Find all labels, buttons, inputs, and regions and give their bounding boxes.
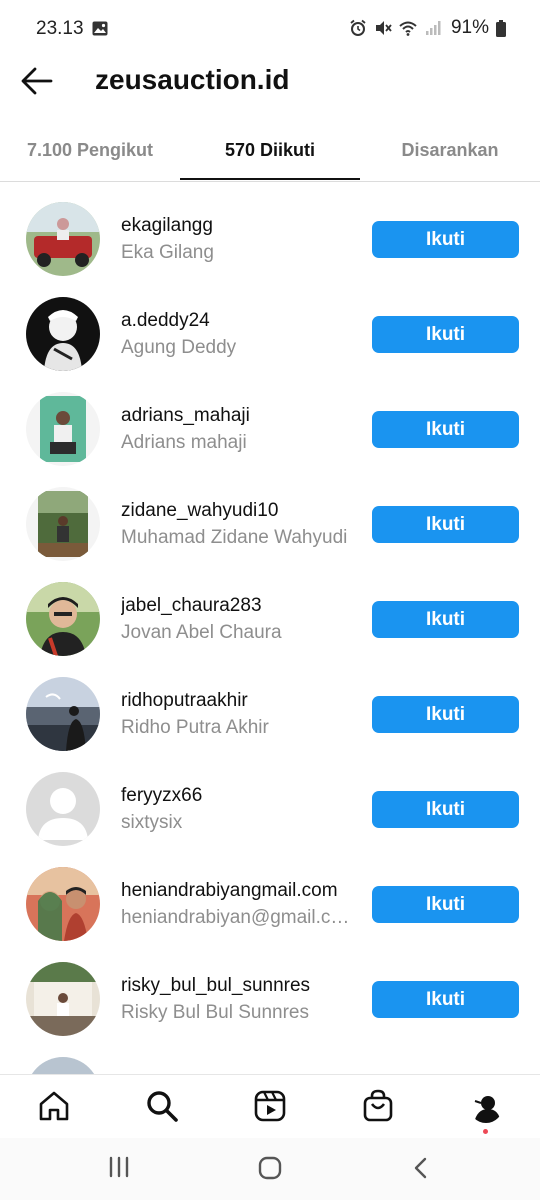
- home-icon[interactable]: [37, 1089, 71, 1123]
- mute-icon: [375, 21, 392, 35]
- username[interactable]: feryyzx66: [121, 785, 202, 807]
- tab-suggested[interactable]: Disarankan: [360, 126, 540, 181]
- list-item[interactable]: zidane_wahyudi10 Muhamad Zidane Wahyudi …: [0, 475, 540, 570]
- list-item[interactable]: risky_bul_bul_sunnres Risky Bul Bul Sunn…: [0, 950, 540, 1045]
- avatar[interactable]: [26, 202, 100, 276]
- shop-icon[interactable]: [361, 1089, 395, 1123]
- list-item[interactable]: feryyzx66 sixtysix Ikuti: [0, 760, 540, 855]
- avatar[interactable]: [26, 1057, 100, 1074]
- list-item[interactable]: [0, 1045, 540, 1074]
- back-system-icon[interactable]: [410, 1156, 430, 1180]
- gallery-icon: [92, 21, 108, 36]
- follow-button[interactable]: Ikuti: [372, 696, 519, 733]
- avatar[interactable]: [26, 772, 100, 846]
- full-name: Risky Bul Bul Sunnres: [121, 1002, 309, 1023]
- alarm-icon: [350, 19, 366, 36]
- active-tab-indicator: [180, 178, 360, 180]
- follow-button[interactable]: Ikuti: [372, 791, 519, 828]
- list-item[interactable]: adrians_mahaji Adrians mahaji Ikuti: [0, 380, 540, 475]
- tab-following[interactable]: 570 Diikuti: [180, 126, 360, 181]
- following-list[interactable]: ekagilangg Eka Gilang Ikuti a.deddy24 Ag…: [0, 190, 540, 1074]
- username[interactable]: zidane_wahyudi10: [121, 500, 278, 522]
- tab-followers[interactable]: 7.100 Pengikut: [0, 126, 180, 181]
- system-navigation-bar: [0, 1138, 540, 1200]
- username[interactable]: a.deddy24: [121, 310, 210, 332]
- avatar[interactable]: [26, 962, 100, 1036]
- profile-avatar[interactable]: [469, 1089, 503, 1123]
- bottom-navigation: [0, 1074, 540, 1138]
- username[interactable]: risky_bul_bul_sunnres: [121, 975, 310, 997]
- status-time: 23.13: [36, 18, 84, 39]
- avatar[interactable]: [26, 392, 100, 466]
- avatar[interactable]: [26, 582, 100, 656]
- profile-header: zeusauction.id: [0, 60, 540, 104]
- recent-apps-icon[interactable]: [107, 1156, 131, 1178]
- full-name: Ridho Putra Akhir: [121, 717, 269, 738]
- full-name: heniandrabiyan@gmail.com: [121, 907, 356, 928]
- list-item[interactable]: ridhoputraakhir Ridho Putra Akhir Ikuti: [0, 665, 540, 760]
- follow-button[interactable]: Ikuti: [372, 411, 519, 448]
- search-icon[interactable]: [145, 1089, 179, 1123]
- follow-button[interactable]: Ikuti: [372, 886, 519, 923]
- battery-icon: [496, 19, 506, 37]
- follow-button[interactable]: Ikuti: [372, 601, 519, 638]
- follow-button[interactable]: Ikuti: [372, 506, 519, 543]
- avatar[interactable]: [26, 297, 100, 371]
- avatar[interactable]: [26, 677, 100, 751]
- full-name: Jovan Abel Chaura: [121, 622, 282, 643]
- signal-icon: [425, 21, 441, 35]
- full-name: Agung Deddy: [121, 337, 237, 358]
- notification-dot: [483, 1129, 488, 1134]
- wifi-icon: [399, 21, 417, 36]
- username[interactable]: jabel_chaura283: [121, 595, 262, 617]
- username[interactable]: adrians_mahaji: [121, 405, 250, 427]
- page-title: zeusauction.id: [95, 64, 290, 95]
- full-name: Adrians mahaji: [121, 432, 247, 453]
- avatar[interactable]: [26, 487, 100, 561]
- full-name: sixtysix: [121, 812, 183, 833]
- battery-percent: 91%: [450, 17, 489, 38]
- list-item[interactable]: jabel_chaura283 Jovan Abel Chaura Ikuti: [0, 570, 540, 665]
- home-system-icon[interactable]: [257, 1156, 283, 1180]
- list-item[interactable]: a.deddy24 Agung Deddy Ikuti: [0, 285, 540, 380]
- follow-button[interactable]: Ikuti: [372, 316, 519, 353]
- follow-button[interactable]: Ikuti: [372, 981, 519, 1018]
- reels-icon[interactable]: [253, 1089, 287, 1123]
- username[interactable]: ekagilangg: [121, 215, 213, 237]
- tab-bar: 7.100 Pengikut 570 Diikuti Disarankan: [0, 126, 540, 182]
- status-bar: 23.13 91%: [0, 0, 540, 60]
- follow-button[interactable]: Ikuti: [372, 221, 519, 258]
- username[interactable]: heniandrabiyangmail.com: [121, 880, 338, 902]
- full-name: Eka Gilang: [121, 242, 214, 263]
- arrow-left-icon[interactable]: [20, 66, 54, 96]
- avatar[interactable]: [26, 867, 100, 941]
- full-name: Muhamad Zidane Wahyudi: [121, 527, 348, 548]
- list-item[interactable]: heniandrabiyangmail.com heniandrabiyan@g…: [0, 855, 540, 950]
- list-item[interactable]: ekagilangg Eka Gilang Ikuti: [0, 190, 540, 285]
- username[interactable]: ridhoputraakhir: [121, 690, 248, 712]
